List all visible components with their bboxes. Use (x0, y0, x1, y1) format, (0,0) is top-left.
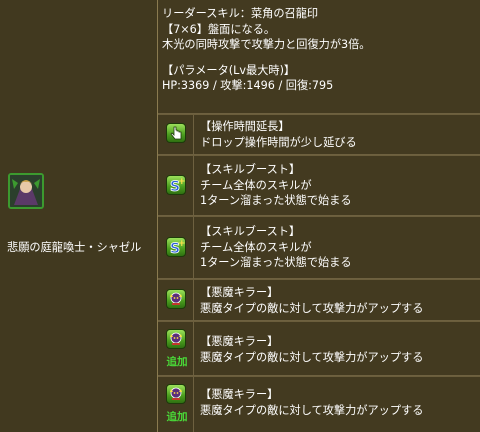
hand-cursor-icon (166, 123, 186, 143)
awakening-icon-cell: 追加 (158, 377, 194, 432)
leader-skill-cell: リーダースキル：菜角の召龍印 【7×6】盤面になる。 木光の同時攻撃で攻撃力と回… (158, 0, 480, 114)
leader-skill-effect: 木光の同時攻撃で攻撃力と回復力が3倍。 (162, 38, 371, 52)
monster-info-table: 悲願の庭龍喚士・シャゼル リーダースキル：菜角の召龍印 【7×6】盤面になる。 … (0, 0, 480, 432)
awakening-row: 【操作時間延長】 ドロップ操作時間が少し延びる (158, 115, 480, 155)
awakening-title: 【悪魔キラー】 (200, 335, 279, 348)
devil-killer-icon (166, 384, 186, 404)
awakening-icon-cell (158, 115, 194, 154)
awakening-title: 【悪魔キラー】 (200, 286, 279, 299)
awakening-icon-cell: 追加 (158, 322, 194, 375)
details-column: リーダースキル：菜角の召龍印 【7×6】盤面になる。 木光の同時攻撃で攻撃力と回… (158, 0, 480, 432)
devil-killer-icon (166, 329, 186, 349)
added-badge: 追加 (166, 356, 188, 368)
monster-cell: 悲願の庭龍喚士・シャゼル (0, 0, 158, 432)
awakening-row: 追加 【悪魔キラー】 悪魔タイプの敵に対して攻撃力がアップする (158, 322, 480, 376)
skill-boost-icon: S + (166, 237, 186, 257)
awakening-row: 追加 【悪魔キラー】 悪魔タイプの敵に対して攻撃力がアップする (158, 377, 480, 432)
monster-name[interactable]: 悲願の庭龍喚士・シャゼル (7, 239, 157, 255)
awakening-desc: 1ターン溜まった状態で始まる (200, 256, 352, 270)
monster-portrait-icon[interactable] (8, 173, 44, 209)
devil-killer-icon (166, 289, 186, 309)
awakening-title: 【スキルブースト】 (200, 225, 301, 238)
awakening-icon-cell (158, 280, 194, 320)
awakening-row: 【悪魔キラー】 悪魔タイプの敵に対して攻撃力がアップする (158, 280, 480, 321)
awakening-desc: 悪魔タイプの敵に対して攻撃力がアップする (200, 301, 424, 315)
awakening-desc: チーム全体のスキルが (200, 178, 312, 192)
awakening-desc: ドロップ操作時間が少し延びる (200, 135, 357, 149)
leader-skill-name: リーダースキル：菜角の召龍印 (162, 7, 319, 20)
awakening-desc: チーム全体のスキルが (200, 240, 312, 254)
svg-text:+: + (178, 177, 185, 187)
awakening-title: 【操作時間延長】 (200, 120, 290, 133)
awakening-desc: 悪魔タイプの敵に対して攻撃力がアップする (200, 350, 424, 364)
added-badge: 追加 (166, 411, 188, 423)
awakening-row: S + 【スキルブースト】 チーム全体のスキルが 1ターン溜まった状態で始まる (158, 217, 480, 279)
awakening-desc: 悪魔タイプの敵に対して攻撃力がアップする (200, 403, 424, 417)
skill-boost-icon: S + (166, 175, 186, 195)
awakening-title: 【スキルブースト】 (200, 163, 301, 176)
svg-text:+: + (178, 239, 185, 249)
leader-skill-board: 【7×6】盤面になる。 (162, 22, 276, 36)
awakening-row: S + 【スキルブースト】 チーム全体のスキルが 1ターン溜まった状態で始まる (158, 156, 480, 216)
awakening-icon-cell: S + (158, 217, 194, 278)
awakening-title: 【悪魔キラー】 (200, 388, 279, 401)
params-values: HP:3369 / 攻撃:1496 / 回復:795 (162, 79, 334, 93)
awakening-icon-cell: S + (158, 156, 194, 215)
params-title: 【パラメータ(Lv最大時)】 (162, 63, 296, 77)
awakening-desc: 1ターン溜まった状態で始まる (200, 194, 352, 208)
